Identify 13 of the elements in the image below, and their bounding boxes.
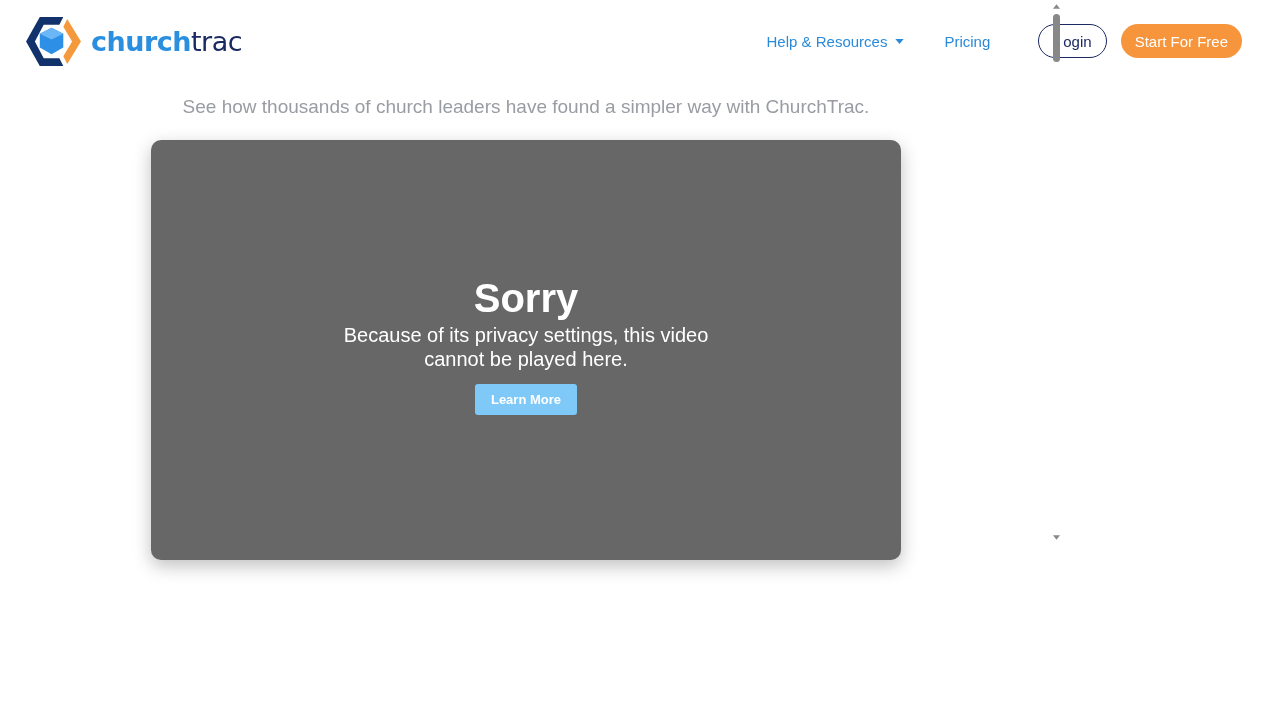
error-message: Because of its privacy settings, this video cannot be played here. bbox=[342, 322, 710, 371]
scrollbar-thumb[interactable] bbox=[1053, 14, 1060, 62]
logo-text[interactable]: churchtrac bbox=[91, 25, 243, 57]
error-title: Sorry bbox=[473, 275, 579, 321]
nav-link[interactable]: Pricing bbox=[944, 32, 991, 50]
subtitle: See how thousands of church leaders have found a simpler way with ChurchTrac. bbox=[182, 96, 870, 118]
login-button[interactable]: ogin bbox=[1038, 24, 1107, 58]
logo-icon bbox=[26, 16, 81, 66]
caret-icon bbox=[895, 38, 905, 44]
start-button[interactable]: Start For Free bbox=[1120, 24, 1242, 58]
nav-dropdown[interactable]: Help & Resources bbox=[766, 32, 905, 50]
scroll-down-icon[interactable] bbox=[1053, 535, 1060, 540]
scroll-up-icon[interactable] bbox=[1053, 4, 1060, 9]
